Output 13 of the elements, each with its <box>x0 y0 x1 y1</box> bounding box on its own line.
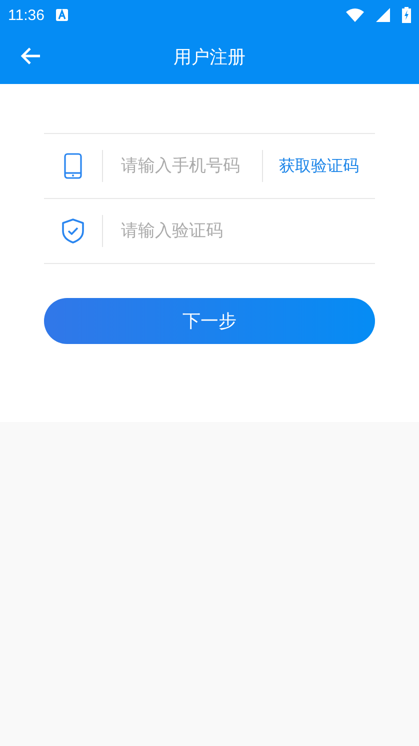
wifi-icon <box>346 8 364 22</box>
signal-icon <box>376 8 390 22</box>
phone-icon <box>64 153 82 179</box>
page-title: 用户注册 <box>174 46 246 69</box>
next-button[interactable]: 下一步 <box>44 298 375 344</box>
notification-icon <box>56 9 68 21</box>
code-input-field[interactable]: 请输入验证码 <box>103 221 375 241</box>
phone-input-field[interactable]: 请输入手机号码 <box>103 156 262 176</box>
get-code-button[interactable]: 获取验证码 <box>263 156 375 176</box>
back-arrow-icon <box>20 45 42 67</box>
status-time: 11:36 <box>8 6 44 24</box>
shield-check-icon <box>61 218 85 244</box>
battery-icon <box>402 7 411 23</box>
